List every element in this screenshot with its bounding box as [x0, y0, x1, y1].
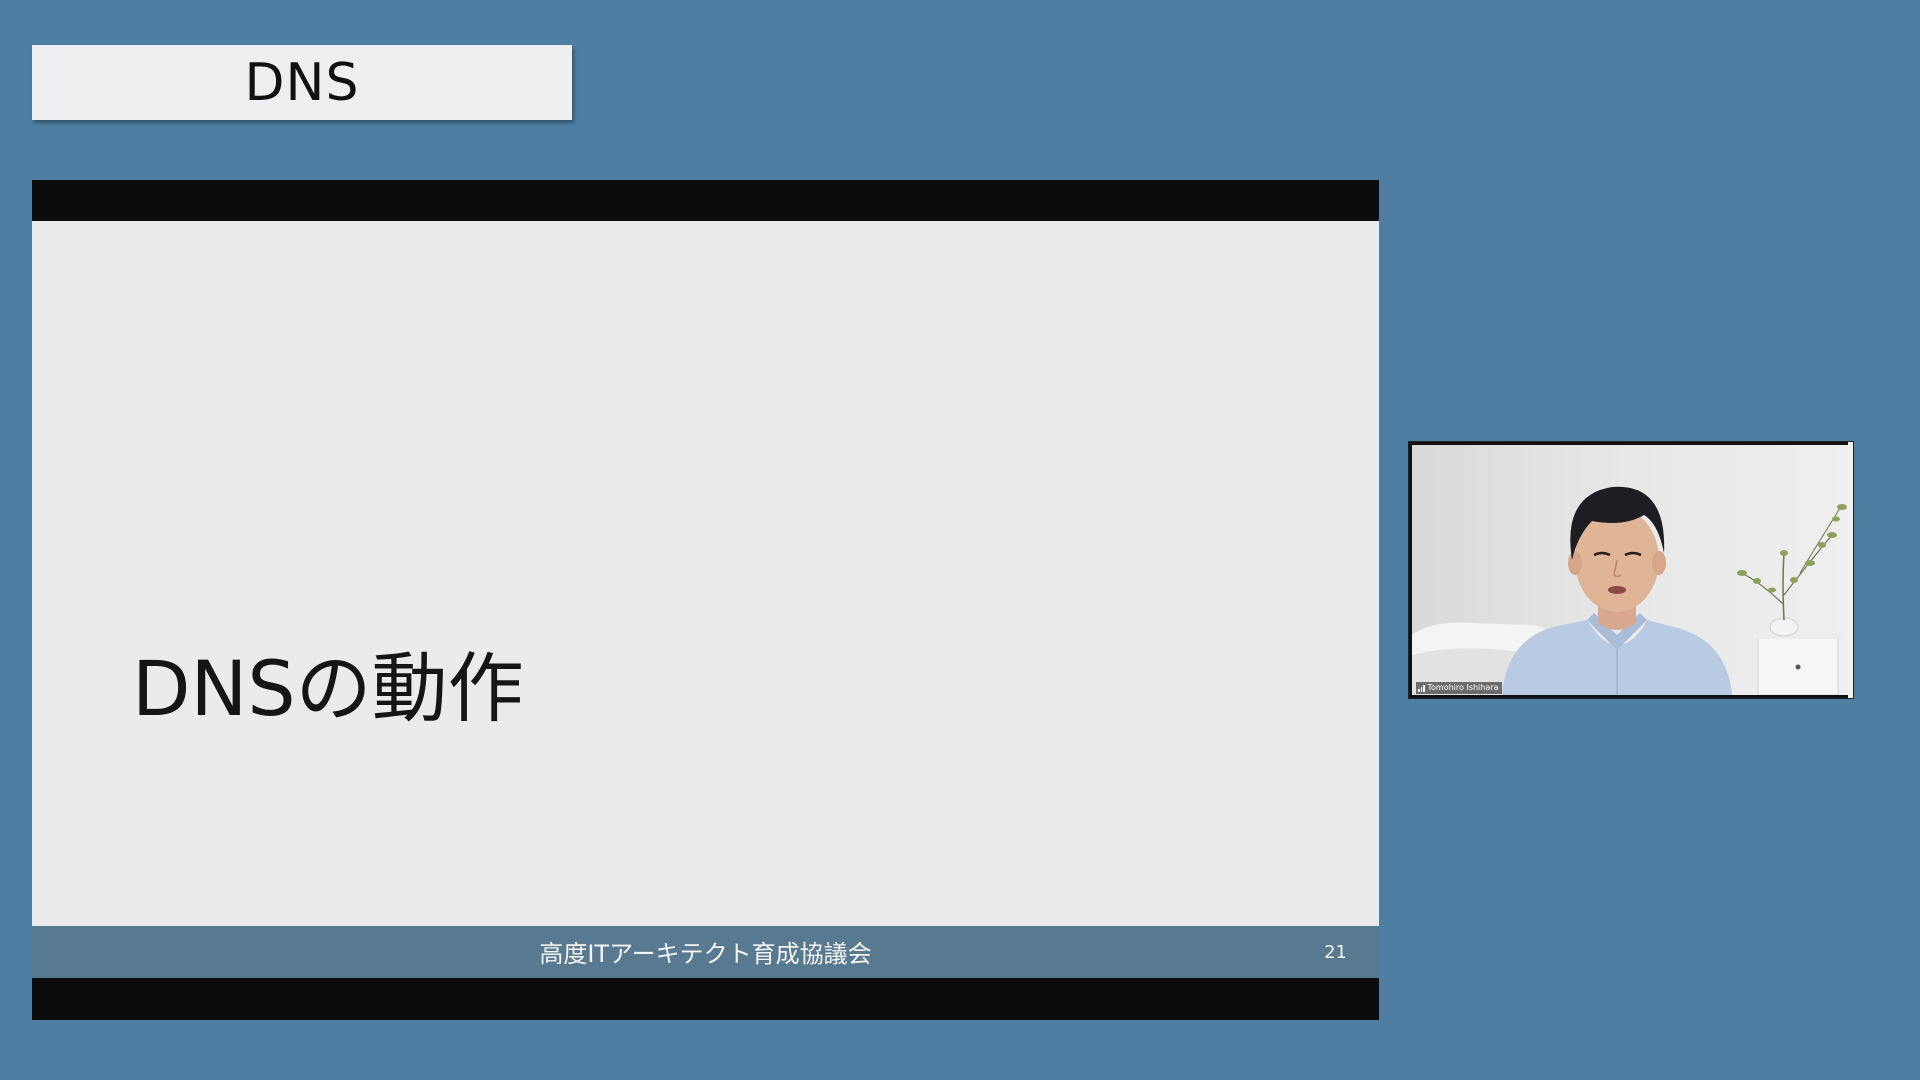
connection-signal-icon	[1418, 684, 1425, 692]
footer-organization: 高度ITアーキテクト育成協議会	[539, 940, 872, 968]
section-title: DNS	[244, 52, 360, 113]
participant-name-tag: Tomohiro Ishihara	[1416, 682, 1503, 694]
slide-page-number: 21	[1324, 942, 1347, 963]
slide-heading: DNSの動作	[132, 644, 524, 733]
presentation-slide: DNSの動作 高度ITアーキテクト育成協議会 21	[32, 221, 1379, 978]
participant-name: Tomohiro Ishihara	[1427, 683, 1499, 692]
participant-video	[1412, 445, 1848, 695]
participant-video-tile[interactable]: Tomohiro Ishihara	[1408, 441, 1854, 699]
section-title-box: DNS	[32, 45, 572, 120]
slide-footer: 高度ITアーキテクト育成協議会 21	[32, 926, 1379, 978]
shared-screen: DNSの動作 高度ITアーキテクト育成協議会 21	[32, 180, 1379, 1020]
